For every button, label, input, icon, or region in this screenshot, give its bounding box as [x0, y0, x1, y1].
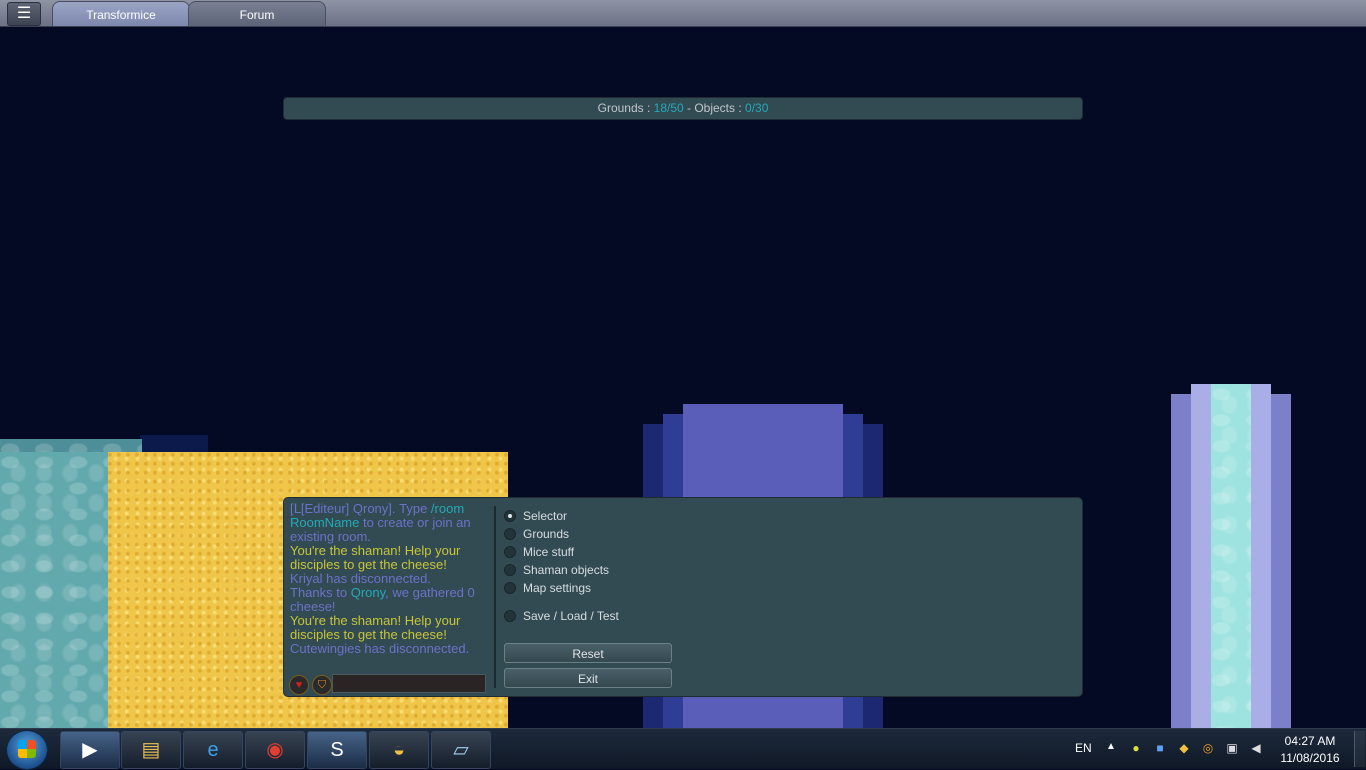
radio-icon[interactable]: [504, 582, 516, 594]
objects-count: 0/30: [745, 101, 769, 115]
ground-water-top[interactable]: [0, 439, 142, 453]
option-label: Selector: [523, 509, 568, 523]
option-label: Save / Load / Test: [523, 609, 619, 623]
option-grounds[interactable]: Grounds: [504, 526, 569, 542]
chat-player-name[interactable]: Qrony: [351, 585, 385, 600]
option-save-load-test[interactable]: Save / Load / Test: [504, 608, 619, 624]
hamburger-menu-icon[interactable]: ☰: [7, 2, 41, 26]
chat-text: [ᒪ[Editeur] Qrony]. Type: [290, 502, 431, 516]
start-button[interactable]: [6, 730, 48, 770]
media-player-icon[interactable]: ▶: [60, 731, 120, 769]
tray-app-icon[interactable]: ●: [1129, 741, 1143, 755]
show-desktop-button[interactable]: [1354, 731, 1365, 767]
option-label: Mice stuff: [523, 545, 575, 559]
heart-icon[interactable]: ♥: [289, 675, 309, 695]
radio-icon[interactable]: [504, 546, 516, 558]
clock-date[interactable]: 11/08/2016: [1278, 751, 1342, 765]
option-label: Shaman objects: [523, 563, 610, 577]
chat-text: Kriyal has disconnected.: [290, 571, 431, 586]
chat-log: [ᒪ[Editeur] Qrony]. Type /room RoomName …: [290, 502, 486, 672]
chat-text: You're the shaman! Help your disciples t…: [290, 543, 461, 572]
file-explorer-icon[interactable]: ▤: [121, 731, 181, 769]
radio-icon[interactable]: [504, 564, 516, 576]
option-label: Map settings: [523, 581, 592, 595]
radio-icon[interactable]: [504, 610, 516, 622]
clock-time[interactable]: 04:27 AM: [1278, 734, 1342, 748]
option-shaman-objects[interactable]: Shaman objects: [504, 562, 609, 578]
radio-selected-icon[interactable]: [504, 510, 516, 522]
option-mice-stuff[interactable]: Mice stuff: [504, 544, 574, 560]
transformice-cheese-icon[interactable]: ◒: [369, 731, 429, 769]
exit-button[interactable]: Exit: [504, 668, 672, 688]
tray-app-icon[interactable]: ◎: [1201, 741, 1215, 755]
chat-input[interactable]: [332, 674, 486, 693]
reset-button[interactable]: Reset: [504, 643, 672, 663]
ground-object-counter: Grounds : 18/50 - Objects : 0/30: [283, 97, 1083, 120]
tribe-shield-icon[interactable]: ⛉: [312, 675, 332, 695]
ground-pillar-ice[interactable]: [1211, 384, 1251, 728]
grounds-count: 18/50: [653, 101, 684, 115]
internet-explorer-icon[interactable]: e: [183, 731, 243, 769]
tray-app-icon[interactable]: ■: [1153, 741, 1167, 755]
ground-water-left[interactable]: [0, 452, 108, 728]
chat-text: Thanks to: [290, 585, 351, 600]
tray-app-icon[interactable]: ◆: [1177, 741, 1191, 755]
ground-dark-strip[interactable]: [140, 435, 208, 452]
top-bar: ☰ Transformice Forum: [0, 0, 1366, 27]
network-icon[interactable]: ▣: [1225, 741, 1239, 755]
grounds-label: Grounds :: [597, 101, 654, 115]
chrome-icon[interactable]: ◉: [245, 731, 305, 769]
objects-label: - Objects :: [683, 101, 746, 115]
windows-taskbar: ▶ ▤ e ◉ S ◒ ▱ EN ▲ ● ■ ◆ ◎ ▣ ◀ 04:27 AM …: [0, 728, 1366, 770]
tray-expand-icon[interactable]: ▲: [1106, 741, 1116, 752]
editor-panel: [ᒪ[Editeur] Qrony]. Type /room RoomName …: [283, 497, 1083, 697]
volume-icon[interactable]: ◀: [1249, 741, 1263, 755]
option-map-settings[interactable]: Map settings: [504, 580, 591, 596]
radio-icon[interactable]: [504, 528, 516, 540]
panel-divider: [494, 506, 496, 688]
option-selector[interactable]: Selector: [504, 508, 567, 524]
tab-transformice[interactable]: Transformice: [52, 1, 190, 26]
skype-icon[interactable]: S: [307, 731, 367, 769]
language-indicator[interactable]: EN: [1075, 741, 1092, 755]
chat-text: Cutewingies has disconnected.: [290, 641, 470, 656]
tab-forum[interactable]: Forum: [188, 1, 326, 26]
chat-text: You're the shaman! Help your disciples t…: [290, 613, 461, 642]
notepad-icon[interactable]: ▱: [431, 731, 491, 769]
windows-logo-icon: [18, 740, 36, 758]
option-label: Grounds: [523, 527, 570, 541]
